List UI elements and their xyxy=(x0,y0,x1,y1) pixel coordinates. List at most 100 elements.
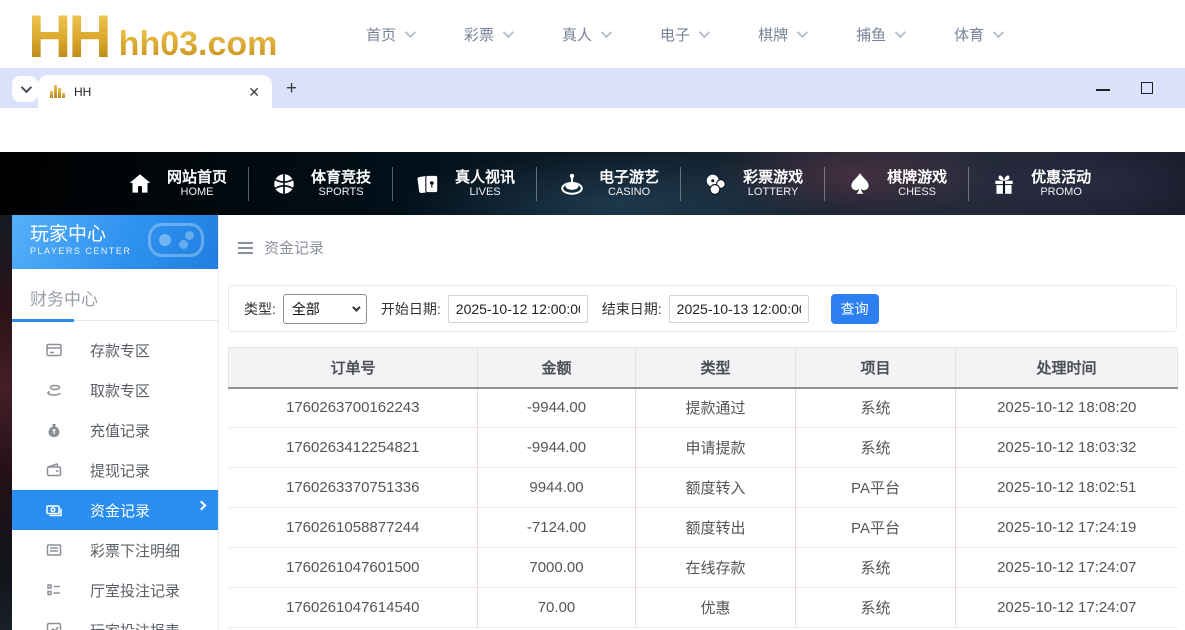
browser-tabstrip: HH ✕ + xyxy=(0,68,1185,108)
cell-amount: 9944.00 xyxy=(478,468,636,508)
game-nav-label-en: CASINO xyxy=(599,186,659,199)
type-select-value: 全部 xyxy=(292,299,320,319)
sidebar-item-room-bets[interactable]: 厅室投注记录 xyxy=(12,570,218,610)
game-nav-label-zh: 棋牌游戏 xyxy=(887,169,947,186)
logo-domain-text: hh03.com xyxy=(119,27,278,61)
col-order-id: 订单号 xyxy=(229,348,478,388)
chevron-down-icon xyxy=(993,27,1004,38)
tab-search-button[interactable] xyxy=(12,76,38,102)
table-row: 1760261047601500 7000.00 在线存款 系统 2025-10… xyxy=(229,548,1178,588)
chart-report-icon xyxy=(45,621,63,630)
hand-money-icon xyxy=(45,381,63,399)
top-nav-home[interactable]: 首页 xyxy=(366,24,413,45)
search-button[interactable]: 查询 xyxy=(831,294,879,324)
cell-time: 2025-10-12 17:24:07 xyxy=(956,548,1178,588)
site-logo[interactable]: HH hh03.com xyxy=(28,0,277,68)
new-tab-button[interactable]: + xyxy=(286,78,297,100)
main-panel: 资金记录 类型: 全部 开始日期: 结束日期: 查询 订单号 金额 类型 项目 xyxy=(220,215,1185,630)
cell-amount: 70.00 xyxy=(478,588,636,628)
game-nav-home[interactable]: 网站首页HOME xyxy=(105,169,248,199)
sidebar-item-funds-log[interactable]: 资金记录 xyxy=(12,490,218,530)
page-content: 玩家中心 PLAYERS CENTER 财务中心 存款专区 取款专区 充值记录 … xyxy=(0,215,1185,630)
cell-type: 额度转出 xyxy=(636,508,796,548)
window-minimize-button[interactable] xyxy=(1096,89,1110,91)
sidebar-item-deposit[interactable]: 存款专区 xyxy=(12,330,218,370)
chevron-down-icon xyxy=(601,27,612,38)
table-row: 1760261047614540 70.00 优惠 系统 2025-10-12 … xyxy=(229,588,1178,628)
top-nav-chess[interactable]: 棋牌 xyxy=(758,24,805,45)
sidebar-item-label: 存款专区 xyxy=(90,340,150,361)
game-nav-live[interactable]: 真人视讯LIVES xyxy=(393,169,536,199)
browser-tab[interactable]: HH ✕ xyxy=(38,75,272,108)
browser-toolbar: ← → 112.121.172.181/hhcp/usercenter.html… xyxy=(0,108,1185,152)
site-header: HH hh03.com 首页 彩票 真人 电子 棋牌 捕鱼 体育 xyxy=(0,0,1185,68)
cell-order-id: 1760261058877244 xyxy=(229,508,478,548)
sidebar-item-bet-report[interactable]: 玩家投注报表 xyxy=(12,610,218,630)
table-row: 1760261058877244 -7124.00 额度转出 PA平台 2025… xyxy=(229,508,1178,548)
banknotes-icon xyxy=(45,501,63,519)
gift-icon xyxy=(990,170,1018,198)
game-nav-promo[interactable]: 优惠活动PROMO xyxy=(969,169,1112,199)
top-nav-label: 电子 xyxy=(660,24,690,45)
tab-close-icon[interactable]: ✕ xyxy=(248,85,260,99)
background-strip xyxy=(0,215,12,630)
game-nav-label-zh: 网站首页 xyxy=(167,169,227,186)
game-nav-casino[interactable]: 电子游艺CASINO xyxy=(537,169,680,199)
cell-project: 系统 xyxy=(796,388,956,428)
breadcrumb-label: 资金记录 xyxy=(264,237,324,258)
sidebar-item-recharge-log[interactable]: 充值记录 xyxy=(12,410,218,450)
chevron-down-icon xyxy=(503,27,514,38)
funds-table: 订单号 金额 类型 项目 处理时间 1760263700162243 -9944… xyxy=(228,347,1178,628)
game-nav-label-zh: 优惠活动 xyxy=(1031,169,1091,186)
filter-bar: 类型: 全部 开始日期: 结束日期: 查询 xyxy=(228,285,1177,332)
game-nav: 网站首页HOME 体育竞技SPORTS 真人视讯LIVES 电子游艺CASINO… xyxy=(0,152,1185,215)
cell-order-id: 1760261047614540 xyxy=(229,588,478,628)
game-nav-chess[interactable]: 棋牌游戏CHESS xyxy=(825,169,968,199)
menu-toggle-icon[interactable] xyxy=(238,242,253,254)
game-nav-label-zh: 电子游艺 xyxy=(599,169,659,186)
sidebar-menu: 存款专区 取款专区 充值记录 提现记录 资金记录 彩票下注明细 xyxy=(12,330,218,630)
sidebar-header: 玩家中心 PLAYERS CENTER xyxy=(12,215,218,269)
logo-hh-text: HH xyxy=(28,6,109,68)
deposit-card-icon xyxy=(45,341,63,359)
sports-ball-icon xyxy=(270,170,298,198)
top-nav-sports[interactable]: 体育 xyxy=(954,24,1001,45)
chevron-down-icon xyxy=(895,27,906,38)
sidebar-item-label: 玩家投注报表 xyxy=(90,620,180,630)
sidebar-item-lottery-bets[interactable]: 彩票下注明细 xyxy=(12,530,218,570)
type-select[interactable]: 全部 xyxy=(283,294,367,324)
spade-icon xyxy=(846,170,874,198)
top-nav-slots[interactable]: 电子 xyxy=(660,24,707,45)
wallet-icon xyxy=(45,461,63,479)
game-nav-label-zh: 体育竞技 xyxy=(311,169,371,186)
start-date-input[interactable] xyxy=(448,295,588,323)
game-nav-label-en: LIVES xyxy=(455,186,515,199)
breadcrumb: 资金记录 xyxy=(238,237,324,258)
top-nav-fishing[interactable]: 捕鱼 xyxy=(856,24,903,45)
sidebar-item-withdraw[interactable]: 取款专区 xyxy=(12,370,218,410)
sidebar-item-withdraw-log[interactable]: 提现记录 xyxy=(12,450,218,490)
table-row: 1760263412254821 -9944.00 申请提款 系统 2025-1… xyxy=(229,428,1178,468)
cell-type: 申请提款 xyxy=(636,428,796,468)
game-nav-label-en: LOTTERY xyxy=(743,186,803,199)
end-date-label: 结束日期: xyxy=(602,299,662,319)
game-nav-lottery[interactable]: 彩票游戏LOTTERY xyxy=(681,169,824,199)
window-maximize-button[interactable] xyxy=(1141,82,1153,94)
chevron-down-icon xyxy=(699,27,710,38)
top-nav-live[interactable]: 真人 xyxy=(562,24,609,45)
top-nav-label: 棋牌 xyxy=(758,24,788,45)
document-list-icon xyxy=(45,541,63,559)
cell-type: 提款通过 xyxy=(636,388,796,428)
end-date-input[interactable] xyxy=(669,295,809,323)
cell-order-id: 1760263700162243 xyxy=(229,388,478,428)
chevron-down-icon xyxy=(21,82,32,93)
top-nav-lottery[interactable]: 彩票 xyxy=(464,24,511,45)
lottery-balls-icon xyxy=(702,170,730,198)
site-favicon xyxy=(50,85,65,98)
cell-amount: 7000.00 xyxy=(478,548,636,588)
top-nav-label: 真人 xyxy=(562,24,592,45)
start-date-label: 开始日期: xyxy=(381,299,441,319)
roulette-icon xyxy=(558,170,586,198)
game-nav-sports[interactable]: 体育竞技SPORTS xyxy=(249,169,392,199)
cell-amount: -7124.00 xyxy=(478,508,636,548)
